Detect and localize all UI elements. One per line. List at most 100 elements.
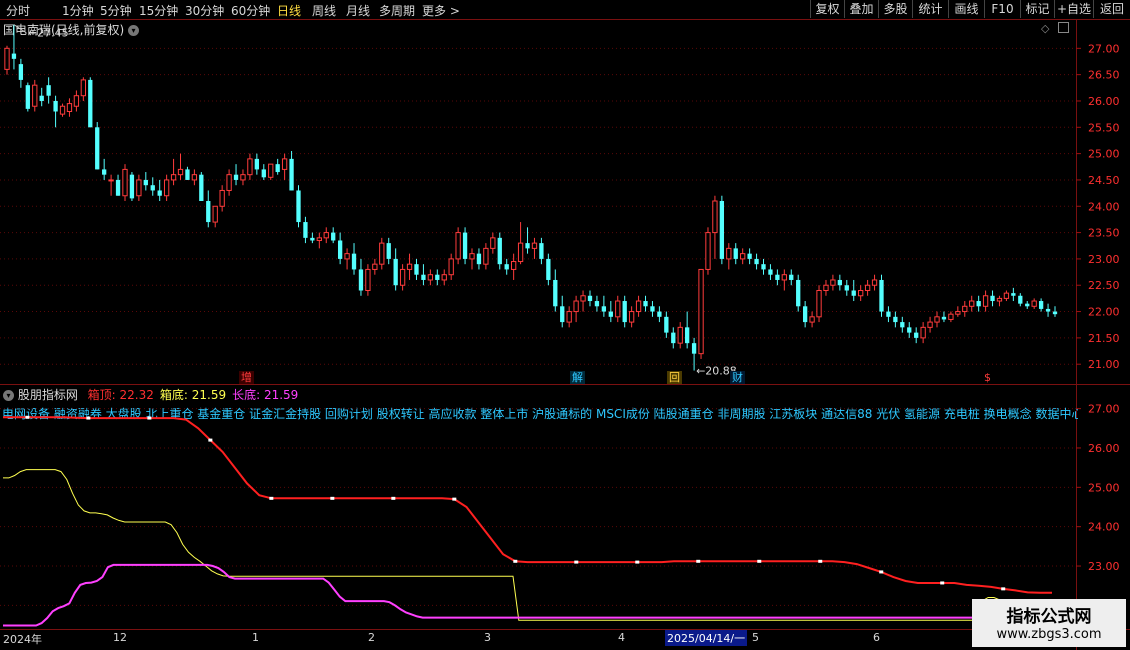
candle-body — [170, 174, 177, 181]
candle-body — [927, 321, 933, 328]
candle-body — [136, 179, 142, 197]
candle-body — [740, 253, 746, 260]
event-marker-cai[interactable]: 财 — [730, 371, 745, 384]
series-marker — [269, 496, 274, 500]
candle-body — [226, 174, 232, 191]
candle-body — [66, 103, 73, 113]
candle-body — [712, 200, 718, 234]
candle-body — [643, 301, 648, 307]
series-marker — [208, 438, 213, 442]
tab-weekly[interactable]: 周线 — [312, 2, 336, 19]
series-line-长底 — [3, 563, 1052, 627]
candle-body — [886, 311, 891, 317]
f10-button[interactable]: F10 — [984, 0, 1020, 18]
candle-body — [982, 295, 989, 307]
tab-fenshi[interactable]: 分时 — [6, 2, 30, 19]
draw-button[interactable]: 画线 — [948, 0, 984, 18]
candle-body — [212, 205, 218, 223]
ytick-label: 25.50 — [1088, 121, 1120, 134]
xaxis-label: 3 — [484, 631, 491, 644]
overlay-button[interactable]: 叠加 — [844, 0, 878, 18]
candle-body — [462, 232, 468, 259]
tab-multi-period[interactable]: 多周期 — [379, 2, 415, 19]
tab-monthly[interactable]: 月线 — [346, 2, 370, 19]
candle-body — [761, 264, 766, 270]
candle-body — [615, 300, 621, 318]
tab-more[interactable]: 更多 > — [422, 2, 460, 19]
candle-body — [157, 190, 162, 196]
tab-60min[interactable]: 60分钟 — [231, 2, 270, 19]
event-marker-jie[interactable]: 解 — [570, 371, 585, 384]
candle-body — [893, 316, 898, 323]
candle-body — [504, 264, 509, 270]
candle-body — [671, 332, 676, 344]
candle-body — [53, 100, 58, 112]
candle-body — [1045, 308, 1051, 312]
candle-body — [331, 232, 336, 241]
xaxis-label: 2024年 — [3, 633, 42, 646]
ytick-label: 23.00 — [1088, 560, 1120, 573]
indicator-chart: 27.0026.0025.0024.0023.0022.00 — [0, 403, 1120, 627]
candle-body — [719, 201, 725, 259]
candle-body — [483, 247, 489, 265]
candle-body — [344, 253, 350, 260]
candle-body — [685, 327, 690, 344]
tab-30min[interactable]: 30分钟 — [185, 2, 224, 19]
back-button[interactable]: 返回 — [1093, 0, 1130, 18]
candle-body — [490, 237, 496, 249]
candle-body — [691, 343, 697, 354]
candle-body — [962, 305, 968, 313]
candle-body — [421, 274, 426, 280]
tab-15min[interactable]: 15分钟 — [139, 2, 178, 19]
ytick-label: 26.00 — [1088, 442, 1120, 455]
ytick-label: 21.50 — [1088, 332, 1120, 345]
ytick-label: 24.00 — [1088, 521, 1120, 534]
candle-body — [664, 316, 669, 333]
candle-body — [914, 332, 919, 338]
multi-stock-button[interactable]: 多股 — [878, 0, 912, 18]
candle-body — [143, 179, 148, 186]
fuquan-button[interactable]: 复权 — [810, 0, 844, 18]
series-marker — [879, 570, 884, 574]
watermark-title: 指标公式网 — [1006, 607, 1092, 627]
candle-body — [726, 247, 732, 260]
candlestick-chart: 27.00 26.50 26.00 25.50 25.00 24.50 24.00 23.50… — [0, 24, 1120, 378]
candle-body — [46, 85, 51, 96]
candle-body — [1031, 300, 1037, 307]
event-marker-zeng[interactable]: 增 — [239, 371, 254, 384]
event-marker-dollar[interactable]: $ — [982, 371, 993, 384]
candle-body — [920, 326, 926, 339]
candle-body — [553, 279, 558, 307]
candle-body — [95, 127, 100, 170]
candle-body — [628, 311, 635, 323]
ytick-label: 21.00 — [1088, 358, 1120, 371]
ytick-label: 22.50 — [1088, 279, 1120, 292]
mark-button[interactable]: 标记 — [1020, 0, 1054, 18]
xaxis-label: 1 — [252, 631, 259, 644]
xaxis-divider — [0, 629, 1130, 630]
candle-body — [879, 279, 884, 312]
candle-body — [934, 316, 940, 323]
series-marker — [574, 560, 579, 564]
stats-button[interactable]: 统计 — [912, 0, 948, 18]
candle-body — [240, 174, 246, 181]
event-marker-hui[interactable]: 回 — [667, 371, 682, 384]
candle-body — [705, 232, 711, 270]
candle-body — [976, 301, 981, 307]
candle-body — [955, 311, 961, 315]
tab-5min[interactable]: 5分钟 — [100, 2, 132, 19]
candle-body — [427, 274, 434, 281]
add-watchlist-button[interactable]: +自选 — [1054, 0, 1093, 18]
watermark-url: www.zbgs3.com — [996, 627, 1102, 642]
candle-body — [296, 190, 301, 223]
candle-body — [32, 84, 38, 107]
tab-daily[interactable]: 日线 — [277, 2, 301, 19]
candle-body — [219, 189, 225, 207]
ytick-label: 23.50 — [1088, 227, 1120, 240]
candle-body — [379, 242, 385, 265]
tab-1min[interactable]: 1分钟 — [62, 2, 94, 19]
xaxis-label: 2 — [368, 631, 375, 644]
candle-body — [830, 279, 836, 286]
candle-body — [580, 295, 586, 302]
candle-body — [59, 105, 66, 115]
